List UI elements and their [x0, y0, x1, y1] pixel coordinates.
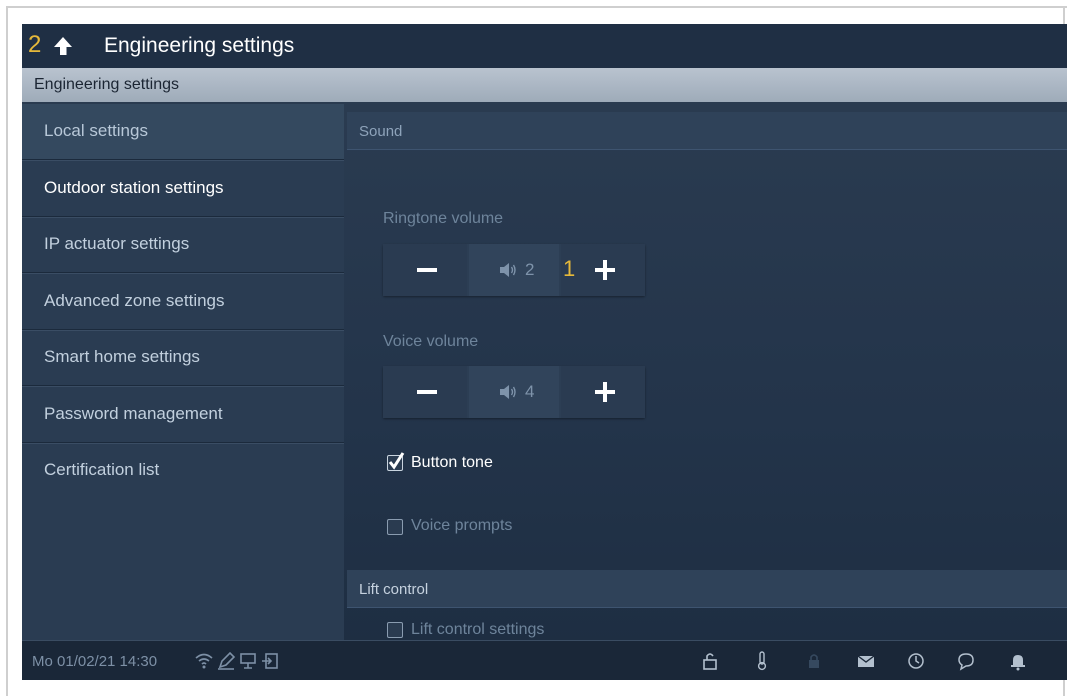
title-bar: 2 Engineering settings: [22, 24, 1067, 68]
ringtone-volume-stepper: 2 1: [383, 244, 645, 296]
sidebar-item-certification-list[interactable]: Certification list: [22, 443, 344, 499]
thermometer-icon[interactable]: [752, 651, 772, 671]
section-header-label: Engineering settings: [34, 76, 179, 93]
plus-icon: [603, 260, 607, 280]
speaker-icon: [500, 385, 516, 399]
sidebar-item-label: IP actuator settings: [44, 234, 190, 253]
voice-prompts-label: Voice prompts: [411, 517, 513, 534]
voice-volume-value: 4: [525, 382, 535, 401]
frame-border: [6, 6, 8, 696]
sidebar-item-password-management[interactable]: Password management: [22, 387, 344, 443]
pen-icon: [218, 651, 236, 670]
annotation-number: 1: [563, 256, 576, 281]
exit-icon: [262, 653, 278, 669]
minus-icon: [417, 268, 437, 272]
back-arrow-icon[interactable]: [52, 35, 74, 57]
sidebar-item-outdoor-station-settings[interactable]: Outdoor station settings: [22, 161, 344, 217]
ringtone-volume-label: Ringtone volume: [383, 210, 504, 227]
sidebar-item-label: Local settings: [44, 121, 148, 140]
sidebar-item-smart-home-settings[interactable]: Smart home settings: [22, 330, 344, 386]
sidebar-item-label: Certification list: [44, 460, 160, 479]
sidebar-item-advanced-zone-settings[interactable]: Advanced zone settings: [22, 274, 344, 330]
checkmark-icon: [388, 452, 405, 470]
group-header-lift-control: Lift control: [347, 570, 1067, 608]
sidebar-item-label: Smart home settings: [44, 347, 200, 366]
history-icon[interactable]: [906, 651, 926, 671]
speaker-icon: [500, 263, 516, 277]
unlock-icon[interactable]: [700, 651, 720, 671]
lift-control-settings-checkbox[interactable]: [387, 622, 403, 638]
date-time: Mo 01/02/21 14:30: [32, 653, 158, 670]
chat-icon[interactable]: [956, 651, 976, 671]
group-header-label: Lift control: [359, 581, 429, 598]
sidebar-item-ip-actuator-settings[interactable]: IP actuator settings: [22, 217, 344, 273]
voice-decrease-button[interactable]: [383, 366, 467, 418]
screen: 2 Engineering settings Engineering setti…: [22, 24, 1067, 680]
ringtone-volume-display: 2: [469, 244, 559, 296]
wifi-icon: [195, 653, 213, 669]
sidebar-item-label: Advanced zone settings: [44, 291, 225, 310]
voice-volume-label: Voice volume: [383, 333, 479, 350]
voice-volume-display: 4: [469, 366, 559, 418]
button-tone-checkbox[interactable]: [387, 452, 405, 471]
minus-icon: [417, 390, 437, 394]
lift-control-settings-label: Lift control settings: [411, 621, 545, 638]
voice-increase-button[interactable]: [561, 366, 645, 418]
lock-icon[interactable]: [804, 651, 824, 671]
content-panel: Sound Ringtone volume 2 1 Voice volume 4…: [347, 104, 1067, 640]
step-number: 2: [28, 31, 42, 58]
sidebar-item-label: Outdoor station settings: [44, 178, 224, 197]
ringtone-volume-value: 2: [525, 260, 535, 279]
voice-volume-stepper: 4: [383, 366, 645, 418]
group-header-sound: Sound: [347, 112, 1067, 150]
ringtone-decrease-button[interactable]: [383, 244, 467, 296]
bell-icon[interactable]: [1008, 651, 1028, 671]
button-tone-label: Button tone: [411, 454, 493, 471]
section-header: Engineering settings: [22, 68, 1067, 102]
group-header-label: Sound: [359, 123, 403, 140]
status-bar: Mo 01/02/21 14:30: [22, 640, 1067, 680]
mail-icon[interactable]: [856, 651, 876, 671]
voice-prompts-checkbox[interactable]: [387, 519, 403, 535]
page-title: Engineering settings: [104, 34, 295, 57]
plus-icon: [603, 382, 607, 402]
monitor-icon: [240, 653, 256, 669]
sidebar-item-local-settings[interactable]: Local settings: [22, 104, 344, 160]
sidebar-item-label: Password management: [44, 404, 223, 423]
sidebar: Local settings Outdoor station settings …: [22, 104, 344, 640]
frame-border: [6, 6, 1067, 8]
app-frame: 2 Engineering settings Engineering setti…: [0, 0, 1067, 696]
